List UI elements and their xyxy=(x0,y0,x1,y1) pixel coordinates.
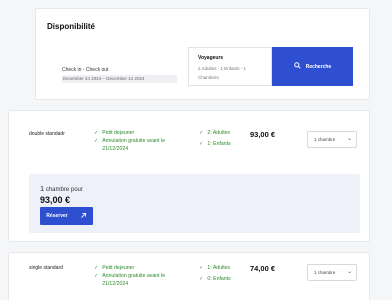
dates-label: Check in - Check out xyxy=(62,67,109,73)
room-card: single standard ✓ Petit dejeuner ✓ Annulat… xyxy=(8,252,370,300)
reserve-button-label: Réserver xyxy=(46,213,68,219)
occupancy-item: ✓ 1: Adultes xyxy=(199,263,231,274)
reserve-button[interactable]: Réserver xyxy=(40,207,93,225)
occupancy-item: ✓ 2: Adultes xyxy=(199,128,231,139)
room-name: single standard xyxy=(29,265,63,271)
travelers-label: Voyageurs xyxy=(198,55,224,61)
check-icon: ✓ xyxy=(94,138,99,144)
travelers-value: 2 Adultes - 1 Enfants - 1 Chambres xyxy=(198,66,247,80)
search-button-label: Recherche xyxy=(305,63,332,70)
check-icon: ✓ xyxy=(94,265,99,271)
travelers-field[interactable]: Voyageurs 2 Adultes - 1 Enfants - 1 Cham… xyxy=(188,47,272,86)
booking-summary: 1 chambre pour 93,00 € Réserver xyxy=(29,174,360,233)
occupancy-item: ✓ 0: Enfants xyxy=(199,274,231,285)
total-price: 93,00 € xyxy=(40,195,71,205)
check-icon: ✓ xyxy=(199,130,204,136)
availability-card: Disponibilité Check in - Check out Decem… xyxy=(35,8,370,100)
check-icon: ✓ xyxy=(199,141,204,147)
room-quantity-select[interactable]: 1 chambre ⌄ xyxy=(307,264,357,281)
feature-item: ✓ Petit dejeuner xyxy=(94,265,135,271)
room-price: 93,00 € xyxy=(250,130,276,139)
chevron-down-icon: ⌄ xyxy=(346,269,352,275)
feature-item: ✓ Petit dejeuner xyxy=(94,130,135,136)
room-card: double standadr ✓ Petit dejeuner ✓ Annulat… xyxy=(8,110,370,242)
occupancy-item: ✓ 1: Enfants xyxy=(199,139,231,150)
select-value: 1 chambre xyxy=(314,270,336,275)
room-quantity-select[interactable]: 1 chambre ⌄ xyxy=(307,131,357,148)
arrow-up-right-icon xyxy=(80,212,87,221)
room-occupancy: ✓ 2: Adultes ✓ 1: Enfants xyxy=(199,128,231,150)
room-name: double standadr xyxy=(29,131,65,137)
search-button[interactable]: Recherche xyxy=(272,47,353,86)
room-features: ✓ Petit dejeuner ✓ Annulation gratuite ava… xyxy=(94,129,187,153)
chevron-down-icon: ⌄ xyxy=(346,136,352,142)
room-count: 1 chambre pour xyxy=(40,184,83,193)
dates-field[interactable]: December 24 2024 – December 14 2024 xyxy=(62,75,177,83)
check-icon: ✓ xyxy=(199,265,204,271)
check-icon: ✓ xyxy=(199,276,204,282)
feature-item: ✓ Annulation gratuite avant le 21/12/2024 xyxy=(94,138,166,152)
room-price: 74,00 € xyxy=(250,264,276,273)
room-occupancy: ✓ 1: Adultes ✓ 0: Enfants xyxy=(199,263,231,285)
search-icon xyxy=(293,62,301,71)
select-value: 1 chambre xyxy=(314,137,336,142)
feature-item: ✓ Annulation gratuite avant le 21/12/2024 xyxy=(94,273,166,287)
check-icon: ✓ xyxy=(94,130,99,136)
availability-title: Disponibilité xyxy=(47,22,95,31)
check-icon: ✓ xyxy=(94,273,99,279)
room-features: ✓ Petit dejeuner ✓ Annulation gratuite ava… xyxy=(94,264,187,288)
